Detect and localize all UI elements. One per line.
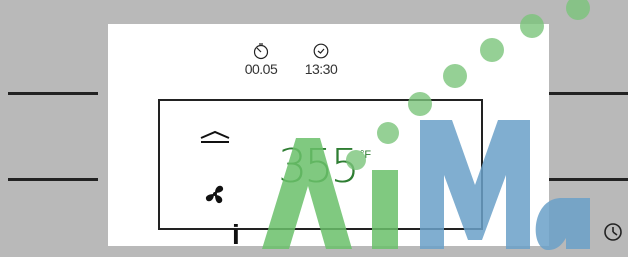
clock-time-value: 13:30 [304,61,338,77]
mode-temperature-box: 355 °F [158,99,483,230]
left-line-top [8,92,98,95]
timer-icon [253,43,269,60]
fan-icon[interactable] [202,181,228,207]
right-line-top [548,92,628,95]
left-line-bottom [8,178,98,181]
top-heat-icon[interactable] [198,129,232,145]
clock-icon [313,43,329,59]
clock-timer[interactable]: 13:30 [286,42,356,77]
right-indicator-lines [548,0,628,257]
left-indicator-lines [8,0,98,257]
temperature-value: 355 [278,139,360,193]
timer-row: 00.05 13:30 [108,42,549,88]
right-line-bottom [548,178,628,181]
oven-display: 00.05 13:30 355 °F i [108,24,622,250]
temperature-unit: °F [360,149,372,161]
clock-button-icon[interactable] [602,221,624,243]
info-button[interactable]: i [232,219,240,251]
